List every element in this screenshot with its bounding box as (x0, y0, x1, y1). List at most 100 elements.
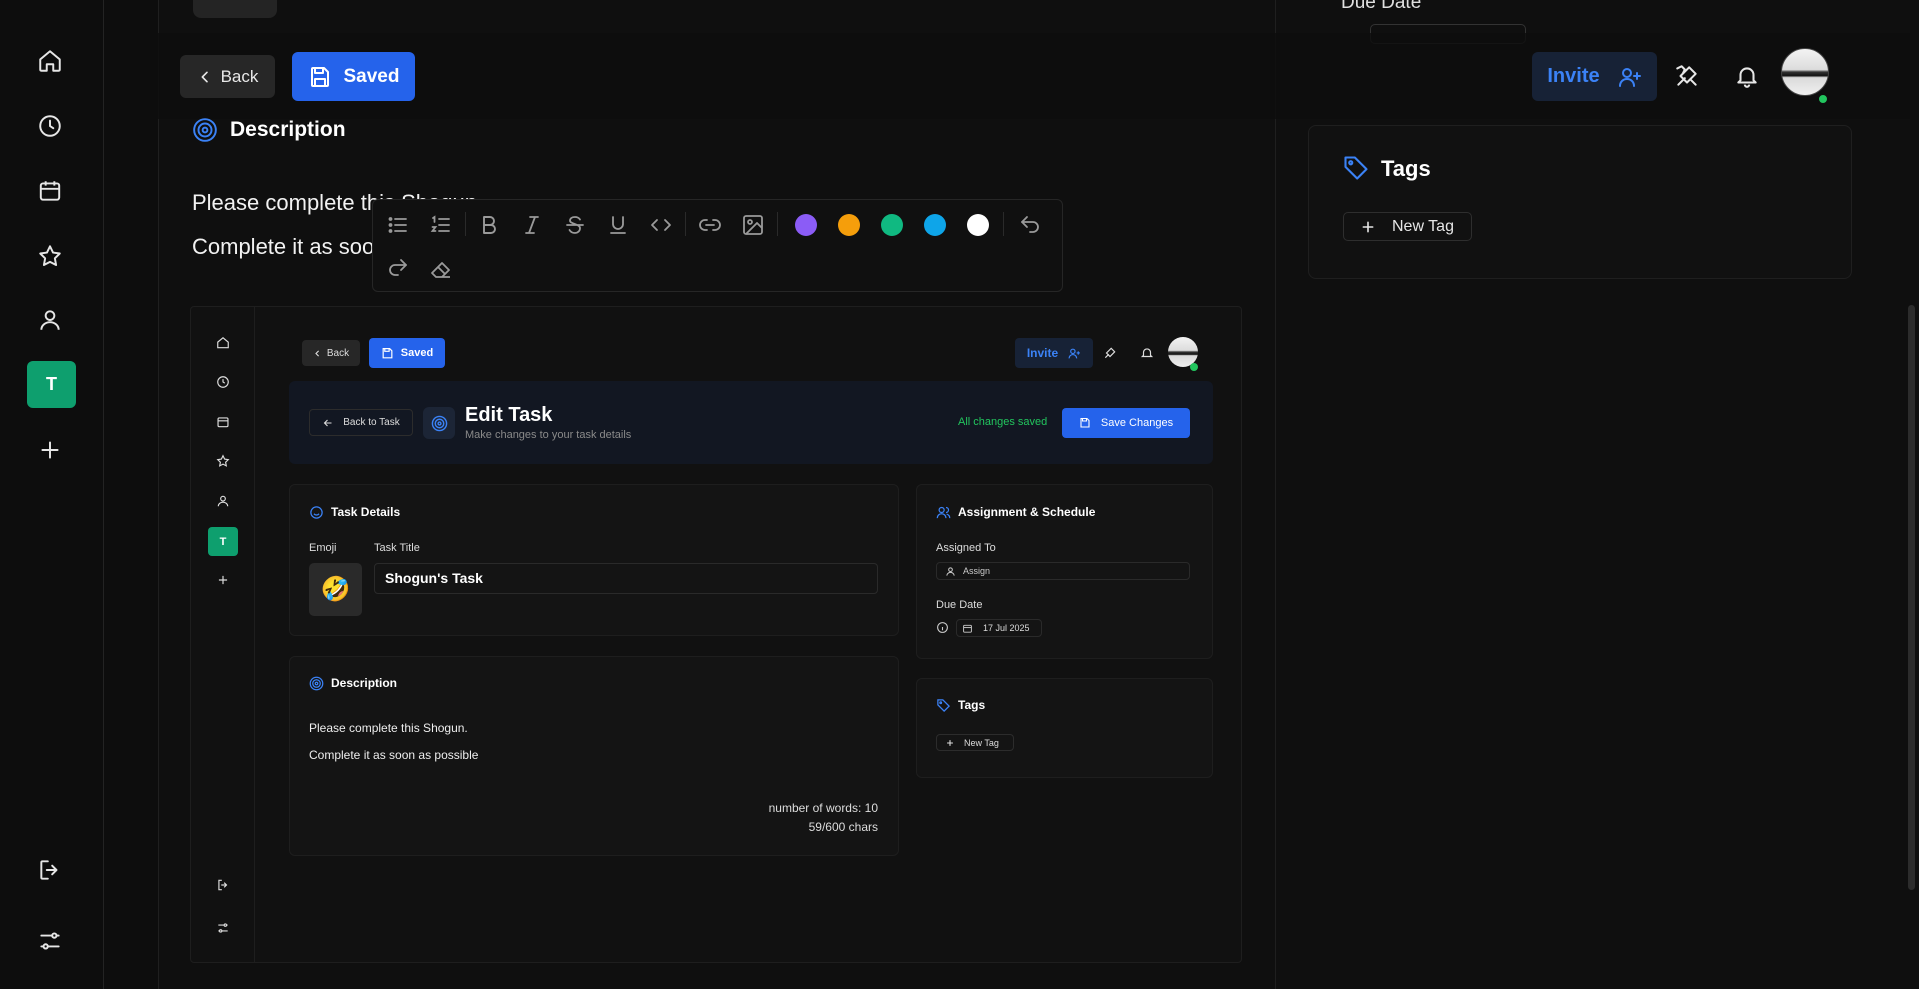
embedded-saved-button: Saved (369, 338, 445, 368)
arrow-left-icon (323, 419, 332, 426)
code-icon[interactable] (649, 213, 673, 237)
tag-icon (1344, 156, 1368, 180)
editor-toolbar (372, 199, 1063, 292)
team-avatar[interactable]: T (27, 361, 76, 408)
image-icon[interactable] (741, 213, 765, 237)
logout-icon (218, 879, 228, 891)
embedded-title-icon-box (423, 407, 455, 439)
embedded-assign-field: Assign (936, 562, 1190, 580)
description-line-1: Please complete this Shogun. (192, 190, 372, 215)
embedded-status-text: All changes saved (958, 416, 1048, 428)
tag-icon (937, 699, 951, 713)
bullet-list-icon[interactable] (386, 213, 410, 237)
target-icon (431, 415, 447, 431)
users-icon (936, 506, 951, 519)
plus-icon[interactable] (37, 437, 63, 463)
italic-icon[interactable] (520, 213, 544, 237)
embedded-emoji-box: 🤣 (309, 563, 362, 616)
undo-icon[interactable] (1018, 213, 1042, 237)
embedded-task-title-field: Shogun's Task (374, 563, 878, 594)
scrollbar[interactable] (1908, 305, 1915, 890)
home-icon (217, 336, 229, 349)
calendar-icon (963, 624, 972, 633)
embedded-tags-title: Tags (958, 698, 986, 712)
color-swatch-white[interactable] (967, 214, 989, 236)
color-swatch-purple[interactable] (795, 214, 817, 236)
invite-button[interactable]: Invite (1532, 52, 1657, 101)
save-icon (382, 347, 393, 358)
embedded-word-count: number of words: 10 (768, 801, 878, 815)
logout-icon[interactable] (37, 857, 63, 883)
embedded-emoji-label: Emoji (309, 542, 337, 554)
color-swatch-blue[interactable] (924, 214, 946, 236)
bell-icon (1140, 348, 1154, 358)
underline-icon[interactable] (606, 213, 630, 237)
strikethrough-icon[interactable] (563, 213, 587, 237)
embedded-screenshot: T Back Saved Invite Back to Task Edit Ta… (190, 306, 1242, 963)
eraser-icon[interactable] (429, 256, 453, 280)
embedded-assignment-title: Assignment & Schedule (958, 505, 1096, 519)
bold-icon[interactable] (477, 213, 501, 237)
embedded-save-changes-button: Save Changes (1062, 408, 1190, 438)
embedded-char-count: 59/600 chars (808, 820, 878, 834)
back-button[interactable]: Back (180, 55, 275, 98)
save-icon (1080, 417, 1090, 428)
online-status-dot (1190, 363, 1198, 371)
partial-emoji-box (193, 0, 277, 18)
star-icon (216, 454, 230, 467)
invite-button-label: Invite (1547, 65, 1600, 87)
target-icon (193, 118, 217, 142)
link-icon[interactable] (698, 213, 722, 237)
embedded-page-title: Edit Task (465, 404, 553, 426)
settings-sliders-icon[interactable] (37, 928, 63, 954)
chevron-left-icon (201, 71, 208, 82)
chevron-left-icon (315, 349, 319, 357)
user-icon[interactable] (37, 307, 63, 333)
user-plus-icon (1618, 67, 1641, 87)
description-text-area[interactable]: Please complete this Shogun. Complete it… (192, 188, 372, 270)
embedded-task-title-label: Task Title (374, 542, 420, 554)
plus-icon (218, 575, 228, 585)
numbered-list-icon[interactable] (429, 213, 453, 237)
embedded-assigned-to-label: Assigned To (936, 542, 996, 554)
embedded-invite-button: Invite (1015, 338, 1093, 368)
saved-button[interactable]: Saved (292, 52, 415, 101)
color-swatch-green[interactable] (881, 214, 903, 236)
sidebar: T (0, 0, 104, 989)
settings-sliders-icon (218, 923, 228, 933)
embedded-new-tag-button: New Tag (936, 734, 1014, 751)
info-icon (937, 622, 948, 633)
color-swatch-orange[interactable] (838, 214, 860, 236)
embedded-due-date-field: 17 Jul 2025 (956, 619, 1042, 637)
user-icon (217, 495, 229, 507)
embedded-due-date-label: Due Date (936, 599, 983, 611)
tags-title: Tags (1381, 156, 1431, 181)
new-tag-button[interactable]: New Tag (1343, 212, 1472, 241)
clock-icon (217, 376, 229, 388)
embedded-back-button: Back (302, 340, 360, 366)
embedded-description-line-1: Please complete this Shogun. (309, 721, 468, 735)
calendar-icon (217, 417, 229, 428)
user-icon (946, 566, 955, 576)
plus-icon (947, 739, 953, 746)
embedded-sidebar (191, 307, 255, 962)
user-avatar[interactable] (1781, 48, 1829, 96)
calendar-icon[interactable] (37, 178, 63, 204)
smile-icon (310, 506, 323, 519)
embedded-page-subtitle: Make changes to your task details (465, 429, 632, 441)
bell-icon[interactable] (1734, 63, 1760, 89)
user-plus-icon (1068, 348, 1081, 358)
home-icon[interactable] (37, 48, 63, 74)
redo-icon[interactable] (386, 256, 410, 280)
clock-icon[interactable] (37, 113, 63, 139)
description-heading: Description (192, 117, 346, 143)
tools-icon (1104, 347, 1116, 359)
plus-icon (1362, 221, 1374, 232)
target-icon (309, 676, 324, 691)
saved-button-label: Saved (343, 65, 400, 87)
embedded-description-line-2: Complete it as soon as possible (309, 748, 479, 762)
tools-icon[interactable] (1674, 63, 1700, 89)
tags-card: Tags New Tag (1308, 125, 1852, 279)
star-icon[interactable] (37, 243, 63, 269)
save-icon (310, 66, 329, 87)
